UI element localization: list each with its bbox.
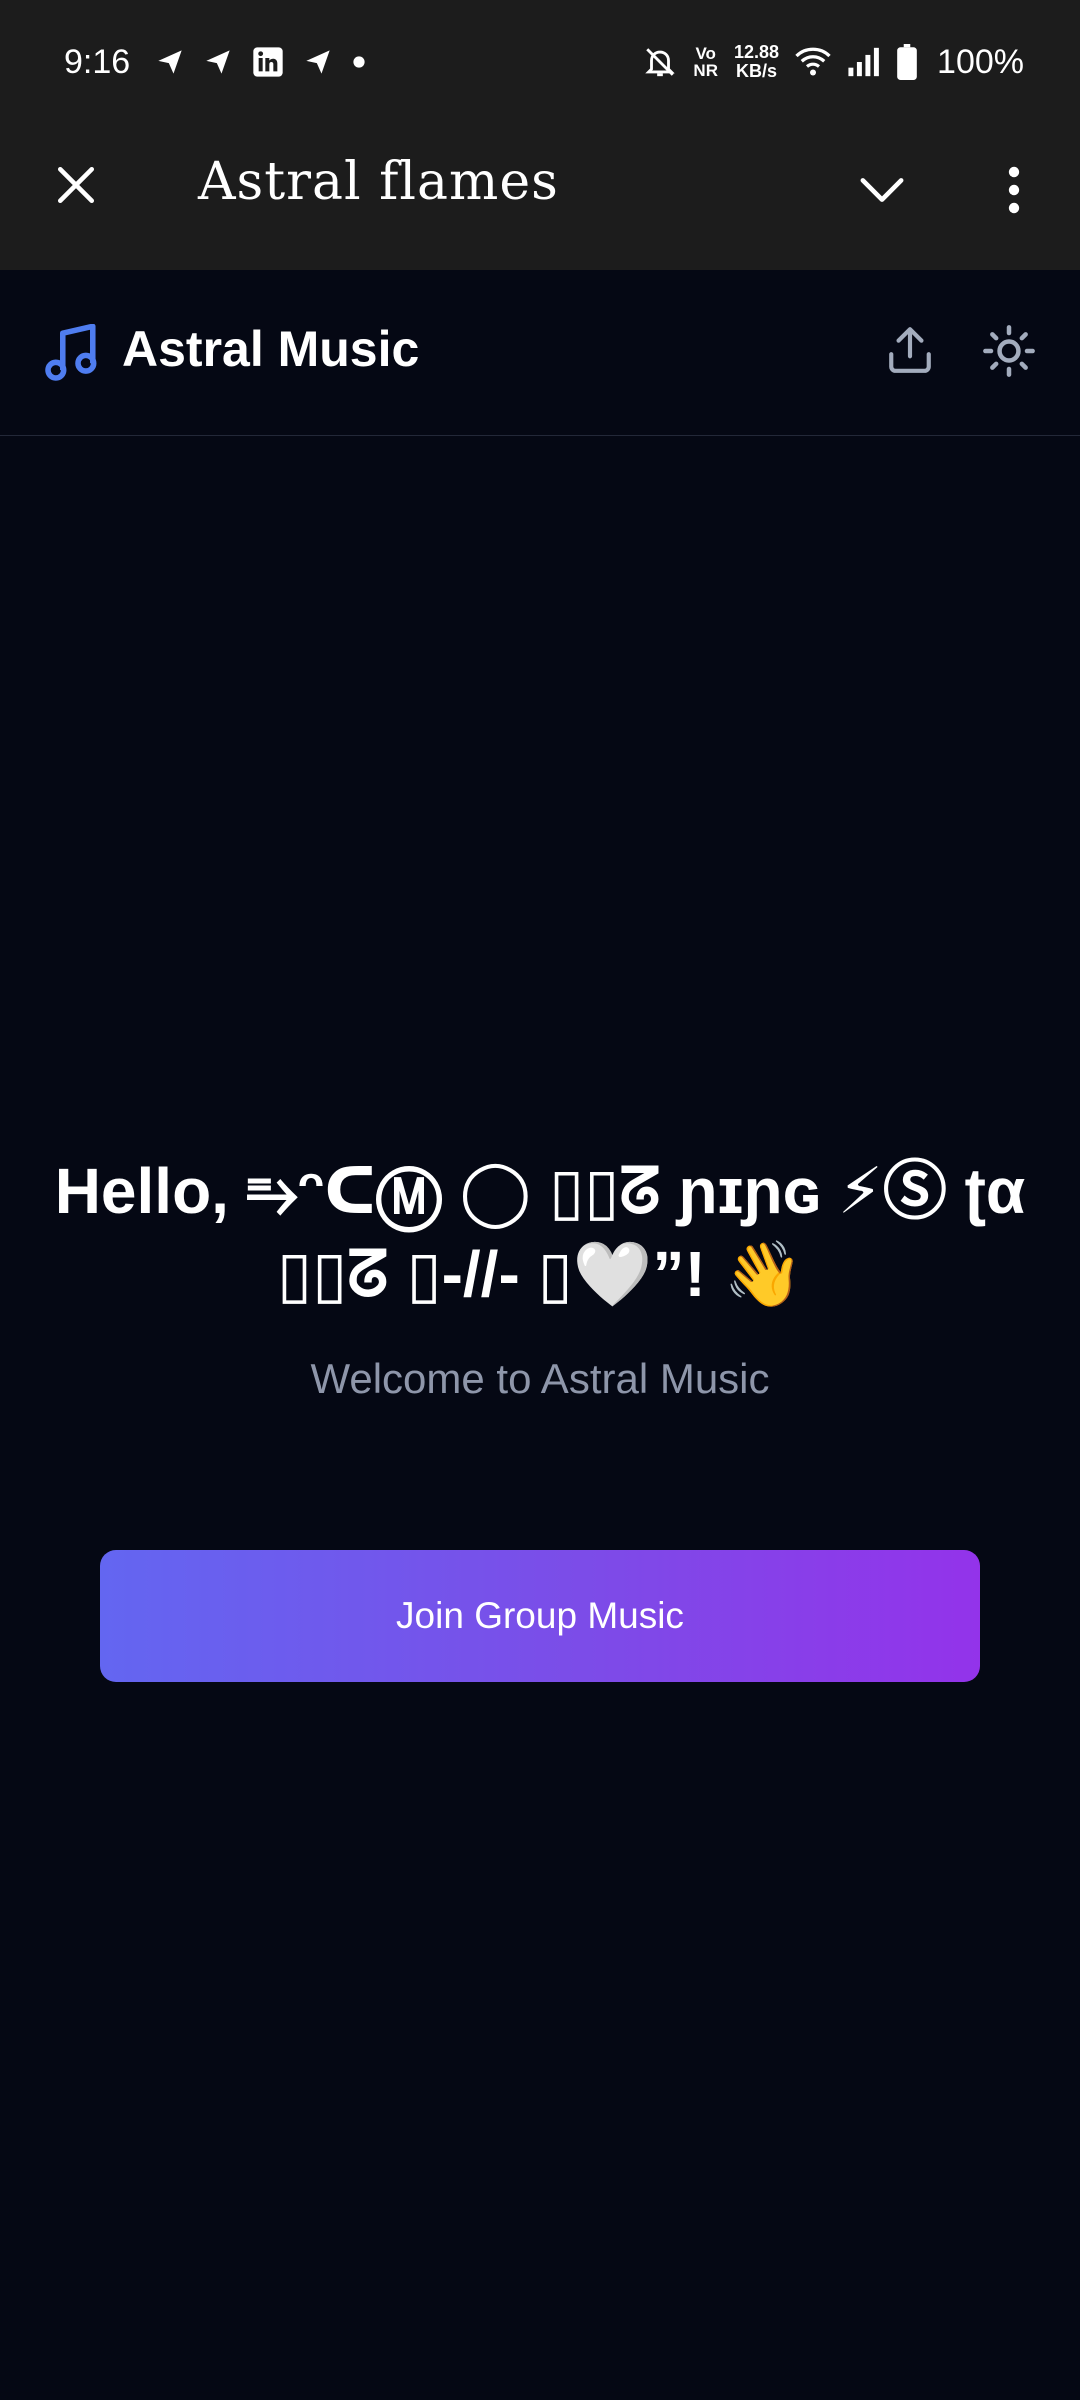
status-right: Vo NR 12.88 KB/s 100% [643,43,1024,82]
close-button[interactable] [46,157,106,217]
app-header: Astral Music [0,270,1080,436]
volte-top: Vo [695,44,716,63]
battery-icon [897,44,917,80]
more-options-button[interactable] [986,157,1042,227]
join-group-music-button[interactable]: Join Group Music [100,1550,980,1682]
linkedin-icon [252,46,284,78]
net-speed: 12.88 KB/s [734,43,779,81]
telegram-icon [204,48,232,76]
app-title: Astral Music [122,321,420,377]
greeting-heading: Hello, ⥱ᵔᑕⓂ ◯ ▯▯ᘔ ɲɪɲɢ ⚡Ⓢ ʈα ▯▯ᘔ ▯-//- ▯… [54,1155,1026,1311]
welcome-text: Welcome to Astral Music [310,1355,770,1402]
signal-icon [847,46,881,78]
chevron-down-icon [859,175,905,210]
close-icon [55,164,97,211]
net-speed-unit: KB/s [736,61,778,81]
page-title: Astral flames [198,152,559,212]
expand-button[interactable] [852,162,912,222]
bell-off-icon [643,45,677,79]
status-time: 9:16 [64,42,131,81]
share-icon [885,324,935,381]
more-vert-icon [1007,166,1021,219]
status-bar: 9:16 Vo NR 12.88 KB/s 100% [0,0,1080,124]
share-button[interactable] [880,322,940,382]
wifi-icon [795,47,831,77]
music-note-icon [44,323,100,384]
volte-indicator: Vo NR [693,45,718,79]
browser-top-bar: Astral flames [0,124,1080,270]
dot-icon [352,55,366,69]
telegram-icon [304,48,332,76]
sun-icon [982,324,1036,383]
battery-percent: 100% [937,42,1024,81]
volte-bottom: NR [693,61,718,80]
status-left: 9:16 [64,43,366,82]
theme-toggle-button[interactable] [978,322,1040,384]
net-speed-value: 12.88 [733,42,780,63]
telegram-icon [156,48,184,76]
